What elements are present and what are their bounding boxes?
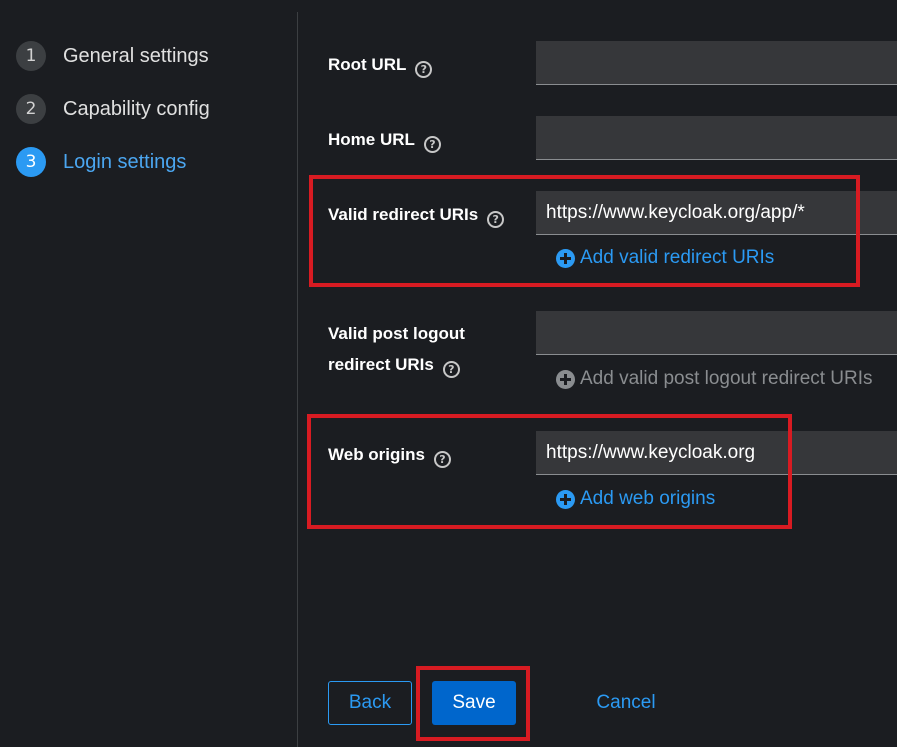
- plus-circle-icon: [556, 248, 575, 268]
- step-label: General settings: [63, 44, 209, 67]
- add-web-origins-label: Add web origins: [580, 488, 716, 509]
- back-button[interactable]: Back: [328, 681, 412, 725]
- add-valid-redirect-uris-link[interactable]: Add valid redirect URIs: [556, 247, 774, 269]
- cancel-button[interactable]: Cancel: [580, 681, 672, 725]
- plus-circle-icon: [556, 489, 575, 509]
- wizard-step-capability-config[interactable]: 2 Capability config: [16, 94, 210, 124]
- valid-redirect-uris-input[interactable]: [536, 191, 897, 235]
- add-web-origins-link[interactable]: Add web origins: [556, 488, 715, 510]
- step-number: 3: [16, 147, 46, 177]
- step-number: 1: [16, 41, 46, 71]
- save-button[interactable]: Save: [432, 681, 516, 725]
- wizard-step-general-settings[interactable]: 1 General settings: [16, 41, 209, 71]
- valid-post-logout-label-line1: Valid post logout: [328, 324, 465, 343]
- add-valid-post-logout-label: Add valid post logout redirect URIs: [580, 368, 873, 389]
- home-url-label-text: Home URL: [328, 130, 415, 149]
- valid-post-logout-label-text: redirect URIs: [328, 355, 434, 374]
- step-label: Capability config: [63, 97, 210, 120]
- help-icon[interactable]: ?: [487, 211, 505, 228]
- web-origins-label-text: Web origins: [328, 445, 425, 464]
- home-url-input[interactable]: [536, 116, 897, 160]
- step-number: 2: [16, 94, 46, 124]
- home-url-label: Home URL?: [328, 125, 441, 155]
- valid-redirect-uris-label-text: Valid redirect URIs: [328, 205, 479, 224]
- valid-post-logout-label-line2: redirect URIs?: [328, 350, 460, 380]
- root-url-label-text: Root URL: [328, 55, 407, 74]
- help-icon[interactable]: ?: [423, 136, 441, 153]
- step-label: Login settings: [63, 150, 187, 173]
- root-url-label: Root URL?: [328, 50, 433, 80]
- wizard-step-login-settings[interactable]: 3 Login settings: [16, 147, 186, 177]
- help-icon[interactable]: ?: [442, 361, 460, 378]
- add-valid-post-logout-redirect-uris-link[interactable]: Add valid post logout redirect URIs: [556, 368, 873, 390]
- help-icon[interactable]: ?: [415, 61, 433, 78]
- root-url-input[interactable]: [536, 41, 897, 85]
- add-valid-redirect-uris-label: Add valid redirect URIs: [580, 247, 775, 268]
- help-icon[interactable]: ?: [433, 451, 451, 468]
- plus-circle-icon: [556, 369, 575, 389]
- web-origins-label: Web origins?: [328, 440, 451, 470]
- valid-redirect-uris-label: Valid redirect URIs?: [328, 200, 505, 230]
- wizard-divider: [297, 12, 298, 747]
- valid-post-logout-redirect-uris-input[interactable]: [536, 311, 897, 355]
- web-origins-input[interactable]: [536, 431, 897, 475]
